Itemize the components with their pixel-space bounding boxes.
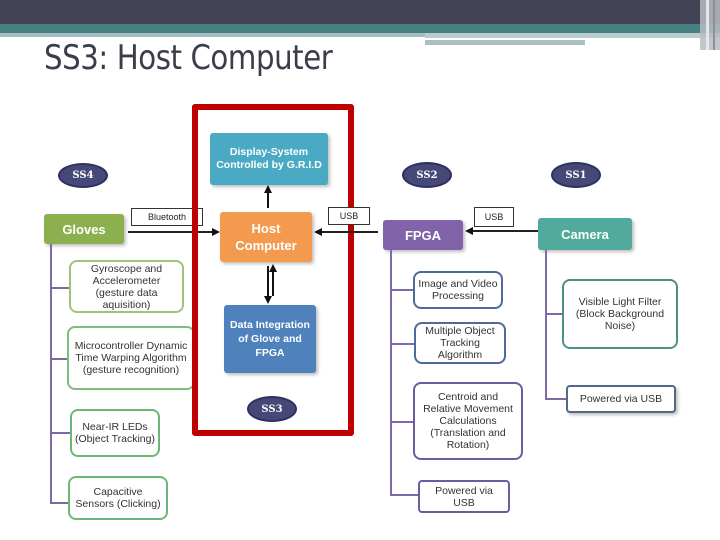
gloves-block: Gloves xyxy=(44,214,124,244)
fpga-branch xyxy=(390,494,418,496)
connector-camera-fpga xyxy=(470,230,540,232)
gloves-item-text: Capacitive Sensors (Clicking) xyxy=(75,486,161,510)
connection-label-usb: USB xyxy=(474,207,514,227)
gloves-branch xyxy=(50,432,70,434)
fpga-item-text: Image and Video Processing xyxy=(418,278,498,302)
arrow-up-icon xyxy=(269,264,277,272)
fpga-tree-line xyxy=(390,250,392,495)
arrow-left-icon xyxy=(465,227,473,235)
gloves-item: Microcontroller Dynamic Time Warping Alg… xyxy=(67,326,195,390)
header-accent-line xyxy=(0,33,425,37)
fpga-item: Centroid and Relative Movement Calculati… xyxy=(413,382,523,460)
fpga-branch xyxy=(390,421,414,423)
display-system-block: Display-System Controlled by G.R.I.D xyxy=(210,133,328,185)
gloves-tree-line xyxy=(50,244,52,504)
arrow-down-icon xyxy=(264,296,272,304)
badge-label: SS3 xyxy=(261,403,283,415)
fpga-item-text: Powered via USB xyxy=(435,484,493,509)
connector-fpga-host xyxy=(318,231,378,233)
fpga-item: Image and Video Processing xyxy=(413,271,503,309)
badge-ss2: SS2 xyxy=(402,162,452,188)
fpga-branch xyxy=(390,343,414,345)
gloves-item: Capacitive Sensors (Clicking) xyxy=(68,476,168,520)
gloves-branch xyxy=(50,502,70,504)
badge-label: SS4 xyxy=(72,170,94,181)
camera-item: Powered via USB xyxy=(566,385,676,413)
camera-branch xyxy=(545,398,567,400)
header-edge-stripe xyxy=(706,0,709,50)
connection-label-text: Bluetooth xyxy=(147,212,187,222)
fpga-item: Powered via USB xyxy=(418,480,510,513)
camera-title: Camera xyxy=(561,226,609,242)
header-accent-line xyxy=(425,33,720,38)
fpga-title: FPGA xyxy=(404,227,442,243)
host-computer-block: Host Computer xyxy=(220,212,312,262)
header-edge-stripe xyxy=(713,0,715,50)
header-accent-bar xyxy=(0,24,720,33)
connection-label-usb: USB xyxy=(328,207,370,225)
host-computer-text: Host Computer xyxy=(235,221,297,253)
gloves-item-text: Gyroscope and Accelerometer (gesture dat… xyxy=(90,262,163,311)
connection-label-text: USB xyxy=(339,211,359,221)
data-integration-block: Data Integration of Glove and FPGA xyxy=(224,305,316,373)
camera-item-text: Visible Light Filter (Block Background N… xyxy=(575,296,665,332)
camera-branch xyxy=(545,313,563,315)
badge-label: SS1 xyxy=(565,169,587,181)
gloves-item: Near-IR LEDs (Object Tracking) xyxy=(70,409,160,457)
header-bar xyxy=(0,0,720,24)
gloves-item-text: Near-IR LEDs (Object Tracking) xyxy=(75,421,155,445)
gloves-item: Gyroscope and Accelerometer (gesture dat… xyxy=(69,260,184,313)
gloves-title: Gloves xyxy=(62,221,106,237)
badge-ss1: SS1 xyxy=(551,162,601,188)
arrow-up-icon xyxy=(264,185,272,193)
slide-title: SS3: Host Computer xyxy=(44,38,333,78)
data-integration-text: Data Integration of Glove and FPGA xyxy=(230,319,310,359)
badge-ss3: SS3 xyxy=(247,396,297,422)
fpga-branch xyxy=(390,289,414,291)
camera-block: Camera xyxy=(538,218,632,250)
header-accent-line xyxy=(425,40,585,45)
camera-tree-line xyxy=(545,250,547,400)
arrow-left-icon xyxy=(314,228,322,236)
connection-label-text: USB xyxy=(484,212,504,222)
gloves-branch xyxy=(50,287,70,289)
header-edge-stripe xyxy=(700,0,720,50)
fpga-item: Multiple Object Tracking Algorithm xyxy=(414,322,506,364)
camera-item: Visible Light Filter (Block Background N… xyxy=(562,279,678,349)
gloves-branch xyxy=(50,358,68,360)
gloves-item-text: Microcontroller Dynamic Time Warping Alg… xyxy=(74,340,188,376)
camera-item-text: Powered via USB xyxy=(579,393,663,405)
badge-label: SS2 xyxy=(416,169,438,181)
display-system-text: Display-System Controlled by G.R.I.D xyxy=(216,146,322,171)
badge-ss4: SS4 xyxy=(58,163,108,188)
fpga-item-text: Centroid and Relative Movement Calculati… xyxy=(423,391,513,451)
fpga-block: FPGA xyxy=(383,220,463,250)
fpga-item-text: Multiple Object Tracking Algorithm xyxy=(425,325,495,361)
